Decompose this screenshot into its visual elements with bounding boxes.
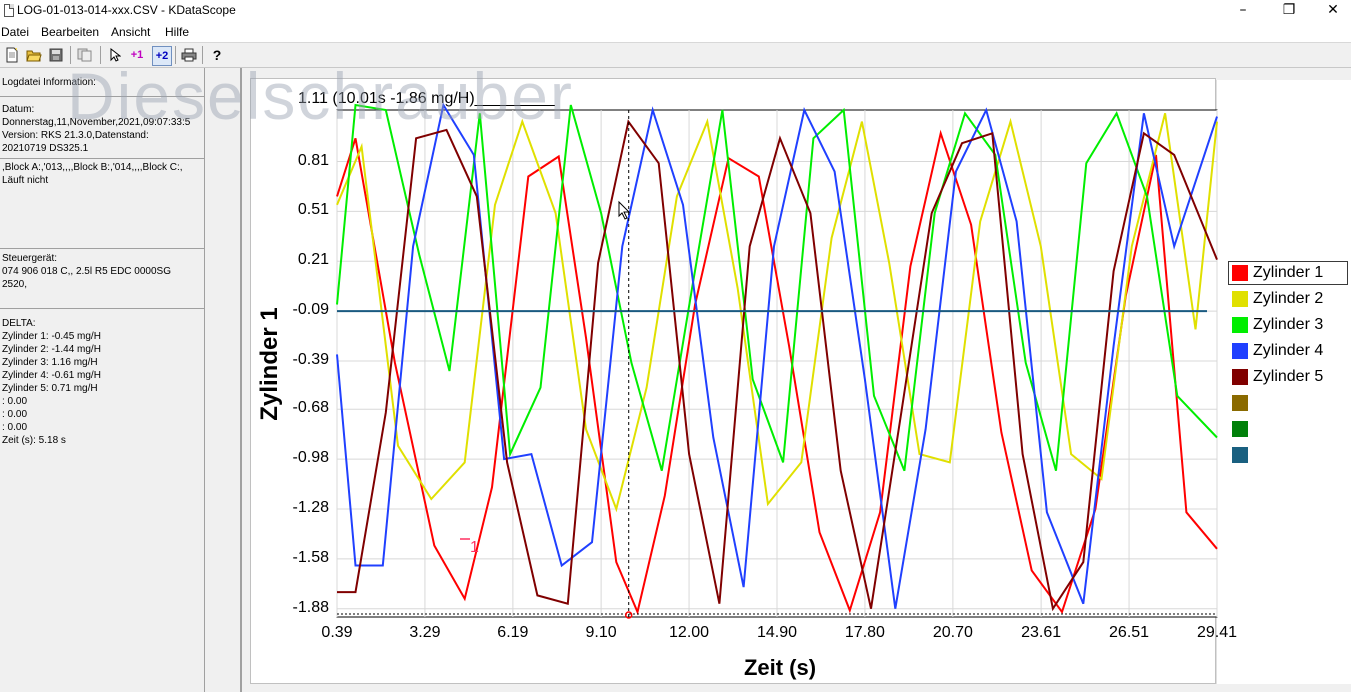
y-tick-label: -0.39 (292, 351, 329, 368)
x-tick-label: 3.29 (409, 624, 441, 641)
legend-swatch (1232, 447, 1248, 463)
legend-item[interactable] (1228, 444, 1351, 466)
x-tick-label: 6.19 (497, 624, 529, 641)
legend-item[interactable] (1228, 392, 1351, 414)
legend-label: Zylinder 4 (1253, 342, 1324, 359)
y-tick-label: -0.98 (292, 449, 329, 467)
line-chart[interactable]: 1 (0, 0, 1351, 692)
x-tick-label: 29.41 (1196, 624, 1238, 641)
x-tick-label: 14.90 (756, 624, 798, 641)
x-tick-label: 12.00 (669, 624, 710, 641)
legend-swatch (1232, 421, 1248, 437)
x-tick-label: 26.51 (1109, 624, 1150, 641)
x-tick-label: 23.61 (1021, 624, 1062, 641)
x-axis-label: Zeit (s) (743, 655, 817, 680)
legend-swatch (1232, 291, 1248, 307)
y-tick-label: -1.88 (292, 598, 329, 616)
x-tick-label: 0.39 (321, 624, 353, 641)
legend-swatch (1232, 369, 1248, 385)
legend-item[interactable]: Zylinder 4 (1228, 340, 1351, 362)
legend-swatch (1232, 395, 1248, 411)
y-tick-label: 0.81 (297, 151, 329, 169)
y-tick-label: 0.21 (297, 251, 329, 269)
legend-item[interactable]: Zylinder 3 (1228, 314, 1351, 336)
legend-selection-box (1228, 261, 1348, 285)
y-tick-label: -1.28 (292, 498, 329, 516)
x-tick-label: 20.70 (932, 624, 973, 641)
legend-item[interactable]: Zylinder 5 (1228, 366, 1351, 388)
legend-item[interactable]: Zylinder 2 (1228, 288, 1351, 310)
marker-1-label: 1 (470, 539, 479, 556)
y-tick-label: 0.51 (297, 201, 329, 219)
legend-label: Zylinder 3 (1253, 316, 1324, 333)
x-tick-label: 17.80 (844, 624, 885, 641)
legend-swatch (1232, 343, 1248, 359)
y-tick-label: -1.58 (292, 548, 329, 566)
legend-label: Zylinder 2 (1253, 290, 1324, 307)
y-tick-label: -0.68 (292, 399, 329, 417)
legend-item[interactable] (1228, 418, 1351, 440)
y-tick-label: -0.09 (292, 301, 329, 319)
x-tick-label: 9.10 (585, 624, 617, 641)
legend-label: Zylinder 5 (1253, 368, 1324, 385)
legend-swatch (1232, 317, 1248, 333)
cursor-readout: 1.11 (10.01s -1.86 mg/H)_________ (298, 90, 555, 107)
